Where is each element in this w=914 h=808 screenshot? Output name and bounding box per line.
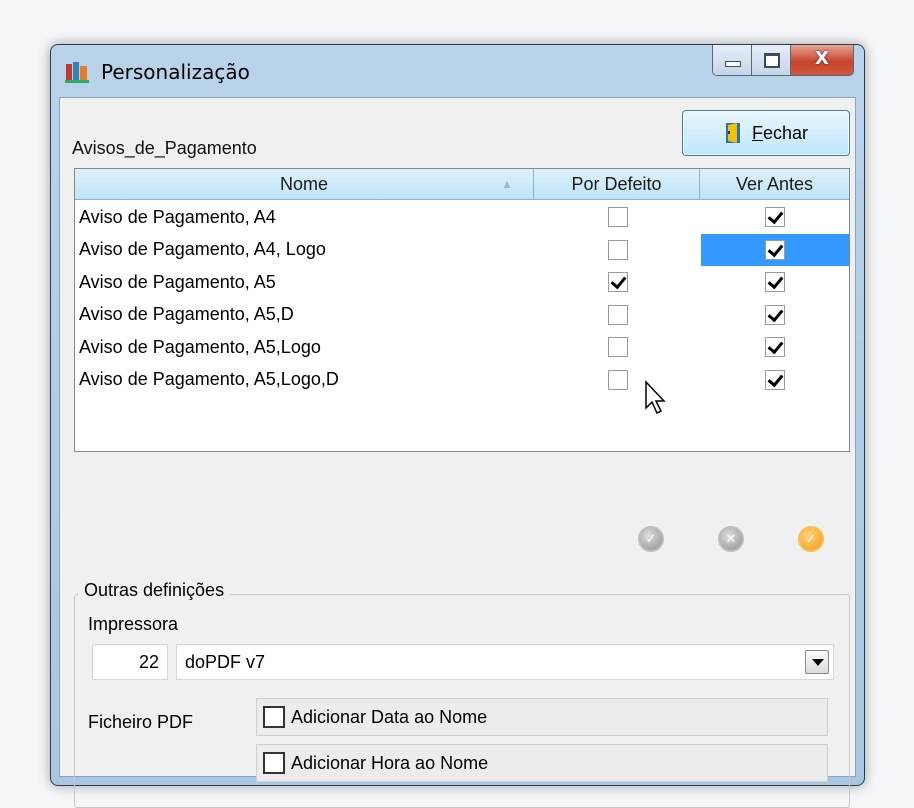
row-name-cell: Aviso de Pagamento, A5	[79, 271, 276, 292]
impressora-select[interactable]: doPDF v7	[176, 644, 834, 680]
cancel-button[interactable]: ✕	[718, 526, 744, 552]
por-defeito-checkbox[interactable]	[608, 369, 629, 390]
adicionar-data-checkbox[interactable]	[263, 706, 285, 728]
check-circle-icon: ✓	[645, 531, 657, 547]
por-defeito-cell	[536, 299, 701, 332]
adicionar-hora-option[interactable]: Adicionar Hora ao Nome	[256, 744, 828, 782]
row-name-cell: Aviso de Pagamento, A5,Logo	[79, 336, 321, 357]
ficheiro-pdf-label: Ficheiro PDF	[88, 712, 194, 732]
ver-antes-cell	[701, 201, 849, 234]
por-defeito-checkbox[interactable]	[608, 207, 629, 228]
ver-antes-checkbox[interactable]	[764, 304, 785, 325]
outras-definicoes-title: Outras definições	[78, 580, 231, 601]
app-icon	[65, 62, 89, 83]
grid-header: Nome ▲ Por Defeito Ver Antes	[75, 169, 849, 201]
ver-antes-checkbox[interactable]	[764, 272, 785, 293]
adicionar-data-option[interactable]: Adicionar Data ao Nome	[256, 698, 828, 736]
impressora-label: Impressora	[88, 614, 179, 634]
x-circle-icon: ✕	[725, 531, 737, 547]
client-area: Avisos_de_Pagamento Fechar Nome ▲ Por De…	[59, 97, 856, 808]
por-defeito-cell	[536, 266, 701, 299]
por-defeito-cell	[536, 234, 701, 267]
apply-circle-icon: ✓	[805, 531, 817, 547]
ver-antes-cell	[701, 331, 849, 364]
window-controls: X	[712, 45, 854, 76]
row-name-cell: Aviso de Pagamento, A5,D	[79, 304, 294, 325]
por-defeito-checkbox[interactable]	[608, 304, 629, 325]
ver-antes-checkbox[interactable]	[764, 369, 785, 390]
por-defeito-checkbox[interactable]	[608, 239, 629, 260]
table-row[interactable]: Aviso de Pagamento, A4	[75, 201, 849, 234]
close-icon: X	[815, 48, 829, 69]
maximize-button[interactable]	[752, 45, 791, 75]
por-defeito-cell	[536, 364, 701, 397]
table-row[interactable]: Aviso de Pagamento, A5,D	[75, 299, 849, 332]
report-name-label: Avisos_de_Pagamento	[72, 138, 257, 158]
por-defeito-cell	[536, 331, 701, 364]
column-header-nome[interactable]: Nome ▲	[75, 169, 534, 200]
fechar-label: Fechar	[751, 122, 809, 143]
ver-antes-checkbox[interactable]	[764, 207, 785, 228]
title-bar[interactable]: Personalização X	[51, 45, 864, 97]
fechar-button[interactable]: Fechar	[682, 110, 850, 156]
por-defeito-checkbox[interactable]	[608, 272, 629, 293]
column-header-ver-antes[interactable]: Ver Antes	[700, 169, 849, 200]
ver-antes-checkbox[interactable]	[764, 337, 785, 358]
por-defeito-cell	[536, 201, 701, 234]
sort-ascending-icon: ▲	[501, 177, 513, 191]
apply-button[interactable]: ✓	[798, 526, 824, 552]
minimize-icon	[725, 61, 741, 67]
personalizacao-window: Personalização X Avisos_de_Pagamento Fec…	[50, 44, 865, 808]
adicionar-hora-checkbox[interactable]	[263, 752, 285, 774]
ver-antes-cell	[700, 233, 849, 266]
table-row[interactable]: Aviso de Pagamento, A5,Logo	[75, 331, 849, 364]
impressora-value: doPDF v7	[185, 652, 266, 672]
table-row[interactable]: Aviso de Pagamento, A4, Logo	[75, 233, 849, 267]
ver-antes-cell	[701, 364, 849, 397]
row-name-cell: Aviso de Pagamento, A4, Logo	[79, 239, 326, 260]
exit-door-icon	[725, 123, 740, 143]
confirm-button[interactable]: ✓	[638, 526, 664, 552]
grid-rows: Aviso de Pagamento, A4 Aviso de Pagamento…	[75, 201, 849, 396]
ver-antes-cell	[701, 299, 849, 332]
chevron-down-icon[interactable]	[805, 650, 829, 674]
impressora-number-field[interactable]: 22	[92, 644, 168, 680]
ver-antes-checkbox[interactable]	[764, 239, 785, 260]
window-title: Personalização	[101, 60, 250, 84]
maximize-icon	[764, 53, 780, 68]
column-header-por-defeito[interactable]: Por Defeito	[534, 169, 700, 200]
row-name-cell: Aviso de Pagamento, A5,Logo,D	[79, 369, 339, 390]
minimize-button[interactable]	[713, 45, 752, 75]
close-window-button[interactable]: X	[791, 45, 853, 75]
report-grid[interactable]: Nome ▲ Por Defeito Ver Antes Aviso de Pa…	[74, 168, 850, 452]
ver-antes-cell	[701, 266, 849, 299]
row-name-cell: Aviso de Pagamento, A4	[79, 206, 276, 227]
table-row[interactable]: Aviso de Pagamento, A5,Logo,D	[75, 364, 849, 397]
adicionar-data-label: Adicionar Data ao Nome	[291, 706, 488, 727]
adicionar-hora-label: Adicionar Hora ao Nome	[291, 752, 489, 773]
table-row[interactable]: Aviso de Pagamento, A5	[75, 266, 849, 299]
por-defeito-checkbox[interactable]	[608, 337, 629, 358]
